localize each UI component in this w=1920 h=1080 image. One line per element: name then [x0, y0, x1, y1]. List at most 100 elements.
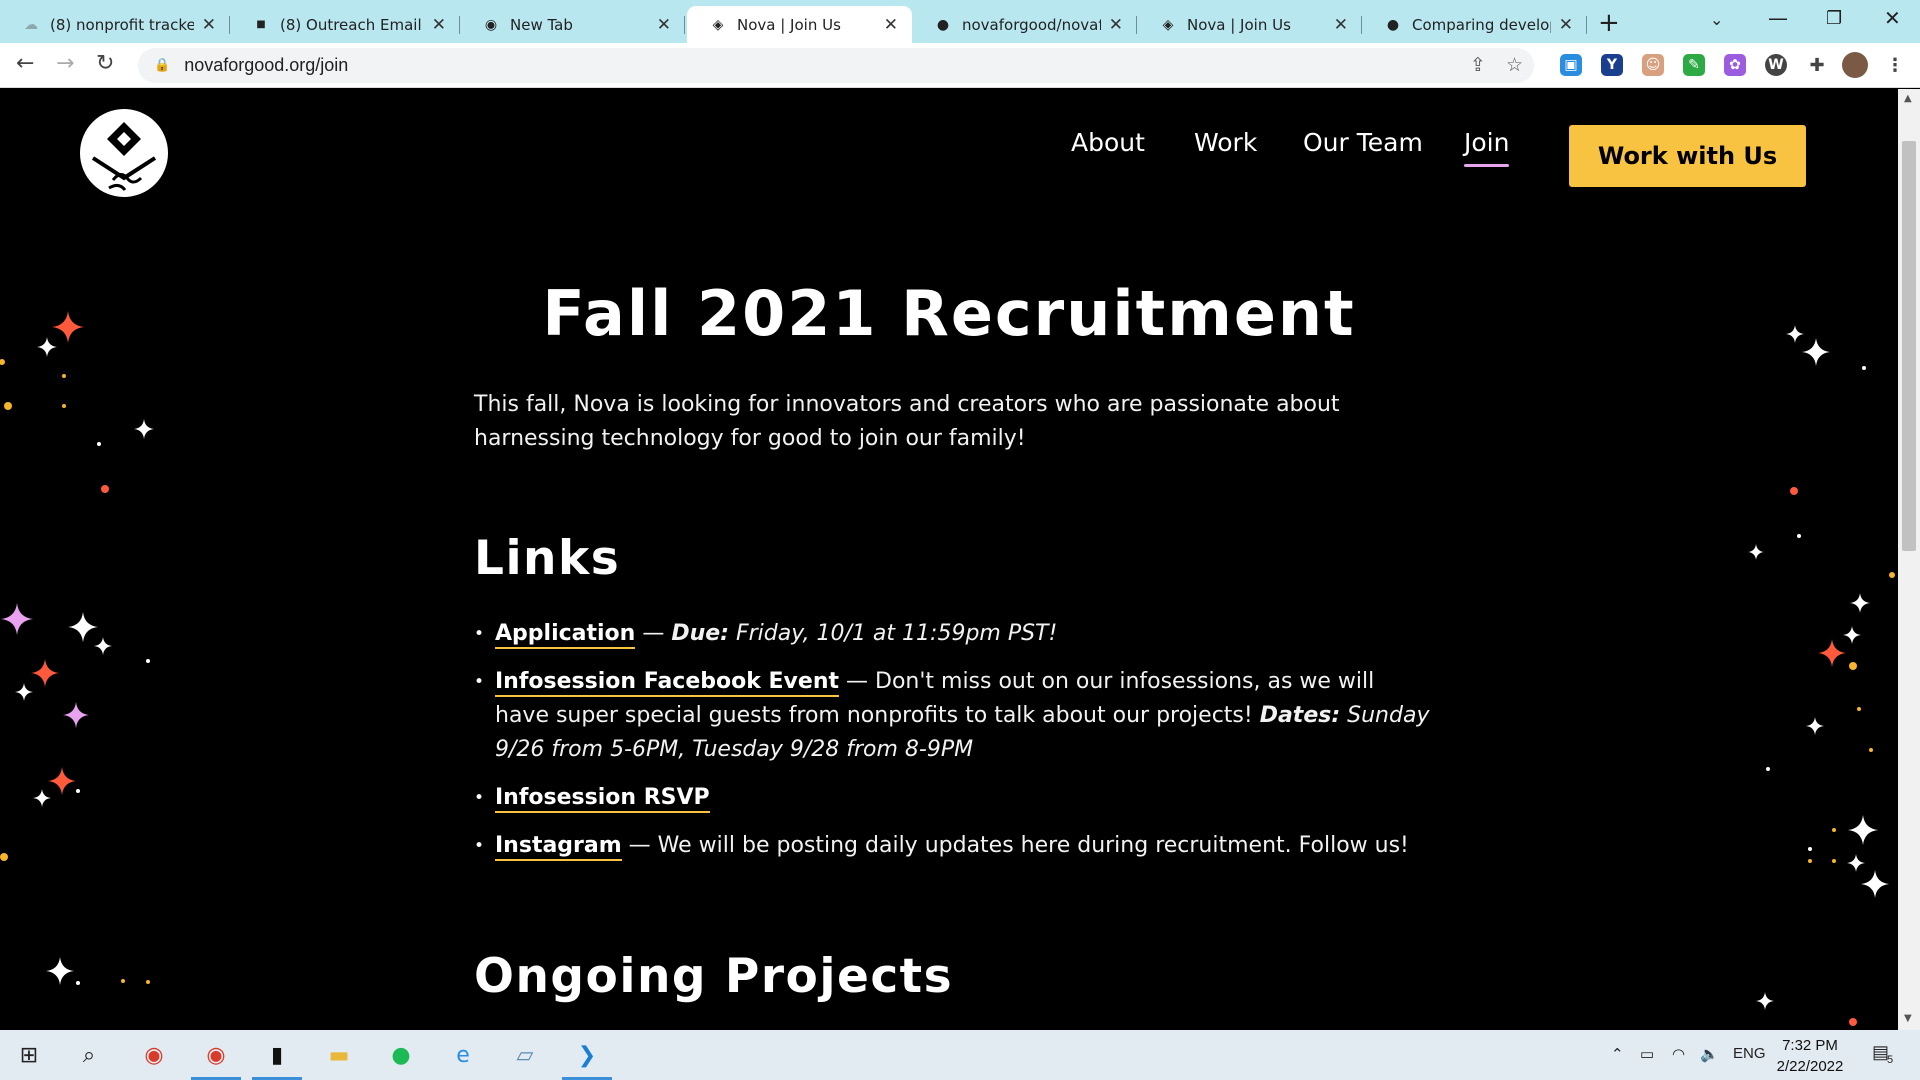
nav-join[interactable]: Join [1464, 125, 1510, 167]
extension-flower-icon[interactable]: ✿ [1724, 54, 1746, 76]
terminal-icon[interactable]: ▮ [252, 1040, 302, 1080]
address-bar[interactable]: 🔒 novaforgood.org/join ⇪ ☆ [138, 48, 1534, 83]
scroll-up-arrow-icon[interactable]: ▲ [1904, 93, 1912, 104]
chrome-icon: ◉ [484, 16, 498, 33]
tab-title: (8) nonprofit tracker [50, 15, 194, 34]
extension-window-icon[interactable]: ▣ [1560, 54, 1582, 76]
intro-paragraph: This fall, Nova is looking for innovator… [474, 392, 1340, 451]
lock-icon: 🔒 [154, 58, 171, 73]
scrollbar-thumb[interactable] [1902, 141, 1916, 551]
back-icon[interactable]: ← [16, 51, 34, 76]
tab-nova-join[interactable]: ◈ Nova | Join Us ✕ [1137, 6, 1362, 43]
wifi-icon[interactable]: ◠ [1672, 1045, 1685, 1063]
sparkle-star-icon [1806, 717, 1824, 735]
links-heading: Links [474, 531, 621, 586]
menu-kebab-icon[interactable]: ⋮ [1884, 54, 1906, 76]
infosession-facebook-link[interactable]: Infosession Facebook Event [495, 669, 839, 697]
profile-avatar[interactable] [1842, 52, 1868, 78]
work-with-us-button[interactable]: Work with Us [1569, 125, 1806, 187]
extensions-puzzle-icon[interactable]: ✚ [1806, 54, 1828, 76]
list-item: Application — Due: Friday, 10/1 at 11:59… [474, 617, 1434, 651]
sparkle-star-icon [1818, 639, 1846, 667]
tab-github-novaforgood[interactable]: ● novaforgood/novafor ✕ [912, 6, 1137, 43]
browser-tab-bar: ☁ (8) nonprofit tracker ✕ ■ (8) Outreach… [0, 0, 1920, 43]
application-link[interactable]: Application [495, 621, 636, 649]
links-list: Application — Due: Friday, 10/1 at 11:59… [474, 617, 1434, 877]
star-dot [1832, 859, 1836, 863]
em-dash: — [846, 669, 875, 694]
tab-search-icon[interactable]: ⌄ [1710, 10, 1723, 29]
battery-icon[interactable]: ▭ [1640, 1045, 1654, 1063]
reload-icon[interactable]: ↻ [96, 51, 114, 76]
nav-work[interactable]: Work [1194, 125, 1257, 161]
em-dash: — [628, 833, 658, 858]
window-close-icon[interactable]: ✕ [1884, 6, 1901, 30]
extension-y-icon[interactable]: Y [1601, 54, 1623, 76]
tab-nova-join-active[interactable]: ◈ Nova | Join Us ✕ [687, 6, 912, 43]
star-dot [4, 402, 12, 410]
nav-about[interactable]: About [1071, 125, 1145, 161]
sparkle-star-icon [15, 683, 33, 701]
spotify-icon[interactable]: ● [386, 1040, 416, 1070]
star-dot [1790, 487, 1798, 495]
sparkle-star-icon [63, 702, 89, 728]
star-dot [1766, 767, 1770, 771]
windows-start-icon[interactable]: ⊞ [14, 1040, 44, 1070]
instagram-link[interactable]: Instagram [495, 833, 622, 861]
site-nav: About Work Our Team Join Work with Us [0, 125, 1898, 187]
close-icon[interactable]: ✕ [1109, 15, 1123, 35]
tab-new-tab[interactable]: ◉ New Tab ✕ [460, 6, 685, 43]
scroll-down-arrow-icon[interactable]: ▼ [1904, 1013, 1912, 1024]
close-icon[interactable]: ✕ [1559, 15, 1573, 35]
github-icon: ● [1386, 16, 1400, 33]
list-item: Infosession RSVP [474, 781, 1434, 815]
page-scrollbar[interactable]: ▲ ▼ [1898, 89, 1920, 1030]
search-icon[interactable]: ⌕ [74, 1040, 104, 1070]
internet-explorer-icon[interactable]: e [448, 1040, 478, 1070]
volume-icon[interactable]: 🔈 [1700, 1045, 1719, 1063]
tab-nonprofit-tracker[interactable]: ☁ (8) nonprofit tracker ✕ [0, 6, 230, 43]
page-title: Fall 2021 Recruitment [542, 277, 1356, 350]
extension-w-icon[interactable]: W [1765, 54, 1787, 76]
chrome-icon[interactable]: ◉ [191, 1040, 241, 1080]
restore-icon[interactable]: ❐ [1826, 8, 1842, 29]
star-dot [1808, 847, 1812, 851]
language-indicator[interactable]: ENG [1733, 1045, 1766, 1062]
infosession-rsvp-link[interactable]: Infosession RSVP [495, 785, 710, 813]
extension-face-icon[interactable]: ☺ [1642, 54, 1664, 76]
star-dot [1797, 534, 1801, 538]
close-icon[interactable]: ✕ [432, 15, 446, 35]
nav-our-team[interactable]: Our Team [1303, 125, 1423, 161]
notepad-icon[interactable]: ▱ [510, 1040, 540, 1070]
forward-icon[interactable]: → [56, 51, 74, 76]
github-icon: ● [936, 16, 950, 33]
share-icon[interactable]: ⇪ [1470, 54, 1486, 76]
star-dot [146, 659, 150, 663]
tab-title: Nova | Join Us [737, 15, 841, 34]
clock-time: 7:32 PM [1782, 1037, 1838, 1054]
browser-toolbar: ← → ↻ 🔒 novaforgood.org/join ⇪ ☆ ▣ Y ☺ ✎… [0, 43, 1920, 88]
sparkle-star-icon [1861, 870, 1889, 898]
tab-github-compare[interactable]: ● Comparing develop... ✕ [1362, 6, 1587, 43]
tab-outreach-email[interactable]: ■ (8) Outreach Email Te ✕ [230, 6, 460, 43]
tab-title: Comparing develop... [1412, 15, 1551, 34]
vscode-icon[interactable]: ❯ [562, 1040, 612, 1080]
new-tab-button[interactable]: + [1598, 8, 1620, 38]
chrome-profile-icon[interactable]: ◉ [139, 1040, 169, 1070]
close-icon[interactable]: ✕ [1334, 15, 1348, 35]
clock[interactable]: 7:32 PM 2/22/2022 [1770, 1035, 1850, 1077]
minimize-icon[interactable]: — [1768, 6, 1788, 30]
file-explorer-icon[interactable]: ▬ [324, 1040, 354, 1070]
nova-icon: ◈ [712, 16, 724, 33]
due-date: Friday, 10/1 at 11:59pm PST! [735, 621, 1058, 646]
close-icon[interactable]: ✕ [657, 15, 671, 35]
star-dot [62, 404, 66, 408]
bookmark-star-icon[interactable]: ☆ [1506, 54, 1523, 76]
sparkle-star-icon [46, 957, 74, 985]
show-hidden-icons-icon[interactable]: ⌃ [1611, 1045, 1624, 1063]
close-icon[interactable]: ✕ [884, 15, 898, 35]
star-dot [1849, 1018, 1857, 1026]
notification-count: 5 [1887, 1054, 1894, 1066]
extension-pen-icon[interactable]: ✎ [1683, 54, 1705, 76]
close-icon[interactable]: ✕ [202, 15, 216, 35]
